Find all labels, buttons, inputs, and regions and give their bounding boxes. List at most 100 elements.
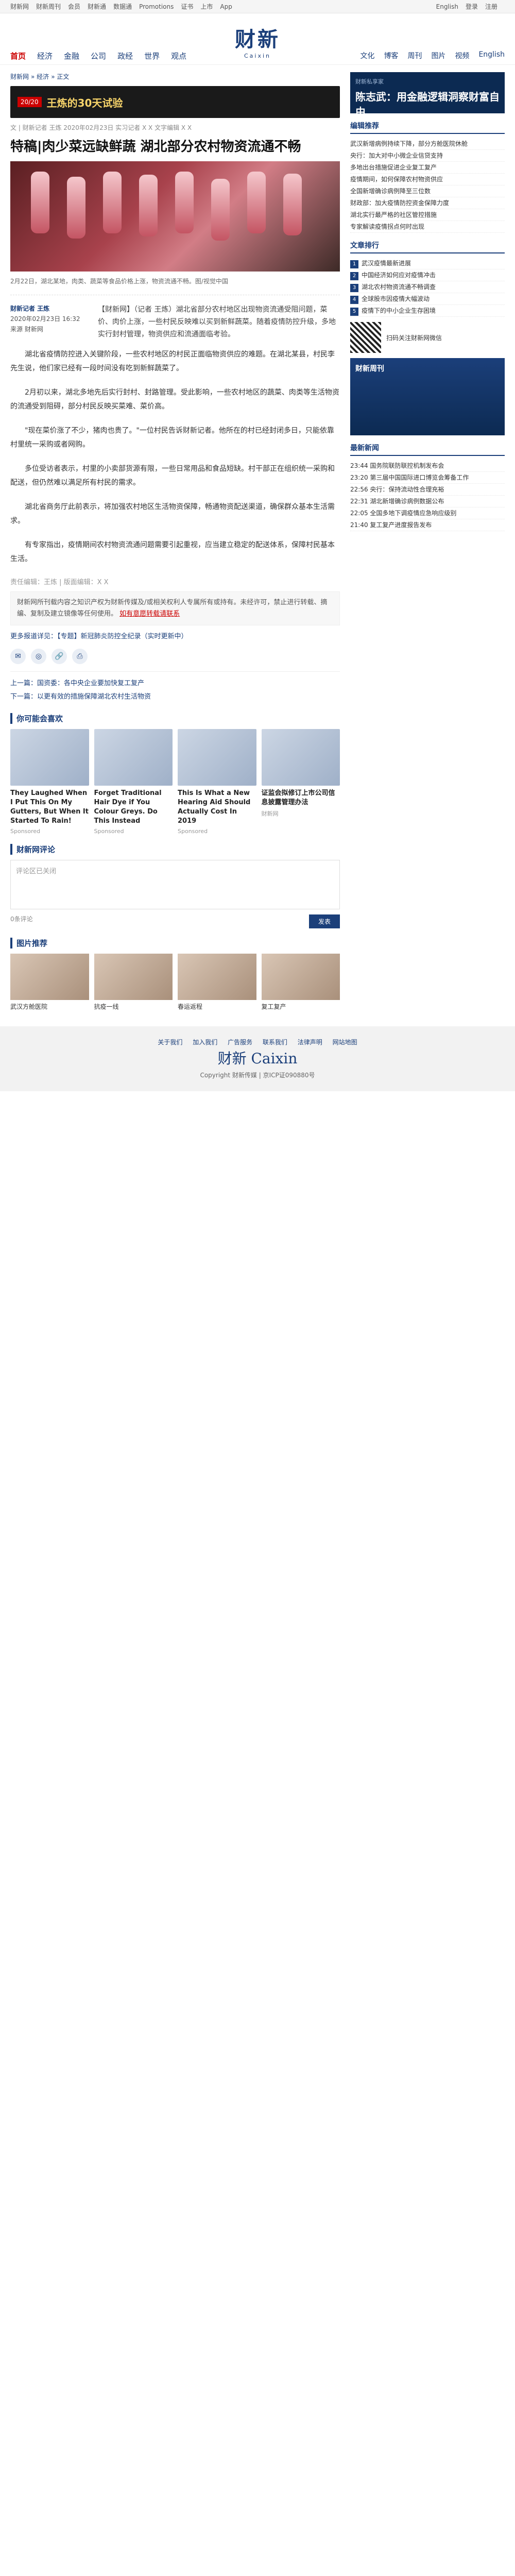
meat-shape bbox=[175, 172, 194, 233]
nav-item[interactable]: 世界 bbox=[144, 50, 160, 61]
nav-item[interactable]: 视频 bbox=[455, 50, 469, 61]
rec-card[interactable]: Forget Traditional Hair Dye if You Colou… bbox=[94, 729, 173, 835]
comment-submit-button[interactable]: 发表 bbox=[308, 914, 340, 928]
nav-home[interactable]: 首页 bbox=[10, 50, 26, 61]
nav-item[interactable]: 金融 bbox=[64, 50, 79, 61]
login-link[interactable]: 登录 bbox=[466, 2, 478, 11]
nav-item[interactable]: 政经 bbox=[117, 50, 133, 61]
footer-link[interactable]: 广告服务 bbox=[228, 1039, 252, 1046]
rank-item[interactable]: 1 武汉疫情最新进展 bbox=[350, 258, 505, 269]
footer-link[interactable]: 联系我们 bbox=[263, 1039, 287, 1046]
next-article-link[interactable]: 下一篇：以更有效的措施保障湖北农村生活物资 bbox=[10, 690, 340, 704]
english-link[interactable]: English bbox=[436, 3, 458, 10]
topbar-link[interactable]: 财新网 bbox=[10, 2, 29, 11]
ad-label: 财新私享家 bbox=[355, 78, 384, 85]
list-item[interactable]: 23:44 国务院联防联控机制发布会 bbox=[350, 460, 505, 472]
nav-item[interactable]: 经济 bbox=[37, 50, 53, 61]
rank-item[interactable]: 4 全球股市因疫情大幅波动 bbox=[350, 293, 505, 305]
footer-link[interactable]: 网站地图 bbox=[333, 1039, 357, 1046]
footer-link[interactable]: 法律声明 bbox=[298, 1039, 322, 1046]
sidebar-ad[interactable]: 财新私享家 陈志武：用金融逻辑洞察财富自由 bbox=[350, 72, 505, 118]
topbar-link[interactable]: 数据通 bbox=[113, 2, 132, 11]
rec-card[interactable]: 证监会拟修订上市公司信息披露管理办法 财新网 bbox=[261, 729, 340, 835]
meat-shape bbox=[31, 172, 49, 233]
editor-line: 责任编辑：王炼 | 版面编辑：X X bbox=[10, 579, 109, 586]
list-item[interactable]: 财政部：加大疫情防控资金保障力度 bbox=[350, 197, 505, 209]
topbar-link[interactable]: 财新通 bbox=[88, 2, 106, 11]
list-item[interactable]: 全国新增确诊病例降至三位数 bbox=[350, 185, 505, 197]
photo-caption: 春运返程 bbox=[178, 1003, 203, 1010]
photo-thumb bbox=[178, 954, 256, 1000]
list-item[interactable]: 湖北实行最严格的社区管控措施 bbox=[350, 209, 505, 221]
weibo-share-icon[interactable]: ◎ bbox=[31, 649, 46, 664]
rec-card[interactable]: This Is What a New Hearing Aid Should Ac… bbox=[178, 729, 256, 835]
topbar-link[interactable]: 证书 bbox=[181, 2, 193, 11]
site-logo[interactable]: 财新 Caixin bbox=[227, 23, 288, 59]
nav-item[interactable]: 周刊 bbox=[407, 50, 422, 61]
topbar-link[interactable]: 财新周刊 bbox=[36, 2, 61, 11]
list-item[interactable]: 专家解读疫情拐点何时出现 bbox=[350, 221, 505, 233]
topbar-link[interactable]: 会员 bbox=[68, 2, 80, 11]
footer-logo: 财新 Caixin bbox=[217, 1050, 298, 1067]
share-bar: ✉ ◎ 🔗 ⎙ bbox=[10, 649, 340, 664]
meat-shape bbox=[247, 172, 266, 233]
photo-card[interactable]: 抗疫一线 bbox=[94, 954, 173, 1011]
article-column: 财新网» 经济» 正文 20/20 王炼的30天试验 文 | 财新记者 王炼 2… bbox=[10, 72, 340, 1011]
list-item[interactable]: 武汉新增病例持续下降，部分方舱医院休舱 bbox=[350, 138, 505, 150]
nav-item[interactable]: 图片 bbox=[431, 50, 445, 61]
rec-thumbnail bbox=[261, 729, 340, 786]
meat-shape bbox=[283, 174, 302, 235]
nav-item[interactable]: 文化 bbox=[360, 50, 374, 61]
topbar-link[interactable]: 上市 bbox=[200, 2, 213, 11]
nav-item[interactable]: 公司 bbox=[91, 50, 106, 61]
rank-item[interactable]: 2 中国经济如何应对疫情冲击 bbox=[350, 269, 505, 281]
print-icon[interactable]: ⎙ bbox=[72, 649, 88, 664]
comment-input[interactable]: 评论区已关闭 bbox=[10, 860, 340, 909]
site-footer: 关于我们 加入我们 广告服务 联系我们 法律声明 网站地图 财新 Caixin … bbox=[0, 1026, 515, 1091]
list-item[interactable]: 23:20 第三届中国国际进口博览会筹备工作 bbox=[350, 472, 505, 484]
list-item[interactable]: 22:05 全国多地下调疫情应急响应级别 bbox=[350, 507, 505, 519]
promo-banner[interactable]: 20/20 王炼的30天试验 bbox=[10, 86, 340, 118]
qr-block: 扫码关注财新网微信 bbox=[350, 322, 505, 353]
breadcrumb-item[interactable]: 经济 bbox=[37, 73, 49, 80]
topbar-link[interactable]: Promotions bbox=[139, 3, 174, 10]
rank-item[interactable]: 5 疫情下的中小企业生存困境 bbox=[350, 305, 505, 317]
notice-link[interactable]: 如有意愿转载请联系 bbox=[119, 610, 180, 618]
list-item[interactable]: 多地出台措施促进企业复工复产 bbox=[350, 162, 505, 174]
article-intro: 财新记者 王炼 2020年02月23日 16:32 来源 财新网 【财新网】（记… bbox=[10, 303, 340, 341]
topbar-link[interactable]: App bbox=[220, 3, 232, 10]
register-link[interactable]: 注册 bbox=[485, 2, 497, 11]
related-topic-link[interactable]: 更多报道详见：【专题】新冠肺炎防控全纪录（实时更新中） bbox=[10, 631, 340, 640]
article-meta-line: 文 | 财新记者 王炼 2020年02月23日 实习记者 X X 文字编辑 X … bbox=[10, 124, 192, 131]
prev-article-link[interactable]: 上一篇：国资委：各中央企业要加快复工复产 bbox=[10, 677, 340, 690]
nav-item[interactable]: 博客 bbox=[384, 50, 398, 61]
photo-grid: 武汉方舱医院 抗疫一线 春运返程 复工复产 bbox=[10, 954, 340, 1011]
paragraph: 湖北省商务厅此前表示，将加强农村地区生活物资保障，畅通物资配送渠道，确保群众基本… bbox=[10, 503, 335, 525]
magazine-cover[interactable]: 财新周刊 bbox=[350, 358, 505, 435]
nav-item[interactable]: 观点 bbox=[171, 50, 186, 61]
promo-text: 王炼的30天试验 bbox=[46, 96, 123, 109]
comment-heading: 财新网评论 bbox=[10, 844, 340, 855]
nav-item[interactable]: English bbox=[478, 50, 505, 61]
list-item[interactable]: 央行：加大对中小微企业信贷支持 bbox=[350, 150, 505, 162]
article-title: 特稿|肉少菜远缺鲜蔬 湖北部分农村物资流通不畅 bbox=[10, 139, 301, 155]
photo-card[interactable]: 武汉方舱医院 bbox=[10, 954, 89, 1011]
breadcrumb-item[interactable]: 财新网 bbox=[10, 73, 29, 80]
author-name[interactable]: 财新记者 王炼 bbox=[10, 303, 88, 314]
list-item[interactable]: 22:31 湖北新增确诊病例数据公布 bbox=[350, 496, 505, 507]
footer-link[interactable]: 关于我们 bbox=[158, 1039, 182, 1046]
link-share-icon[interactable]: 🔗 bbox=[52, 649, 67, 664]
copyright: Copyright 财新传媒 | 京ICP证090880号 bbox=[200, 1072, 315, 1079]
footer-link[interactable]: 加入我们 bbox=[193, 1039, 217, 1046]
rank-title: 中国经济如何应对疫情冲击 bbox=[362, 272, 436, 279]
list-item[interactable]: 21:40 复工复产进度报告发布 bbox=[350, 519, 505, 531]
breadcrumb: 财新网» 经济» 正文 bbox=[10, 73, 70, 80]
photo-card[interactable]: 春运返程 bbox=[178, 954, 256, 1011]
list-item[interactable]: 22:56 央行：保持流动性合理充裕 bbox=[350, 484, 505, 496]
list-item[interactable]: 疫情期间，如何保障农村物资供应 bbox=[350, 174, 505, 185]
photo-card[interactable]: 复工复产 bbox=[261, 954, 340, 1011]
wechat-share-icon[interactable]: ✉ bbox=[10, 649, 26, 664]
copyright-notice: 财新网所刊载内容之知识产权为财新传媒及/或相关权利人专属所有或持有。未经许可，禁… bbox=[10, 591, 340, 625]
rank-item[interactable]: 3 湖北农村物资流通不畅调查 bbox=[350, 281, 505, 293]
rec-card[interactable]: They Laughed When I Put This On My Gutte… bbox=[10, 729, 89, 835]
